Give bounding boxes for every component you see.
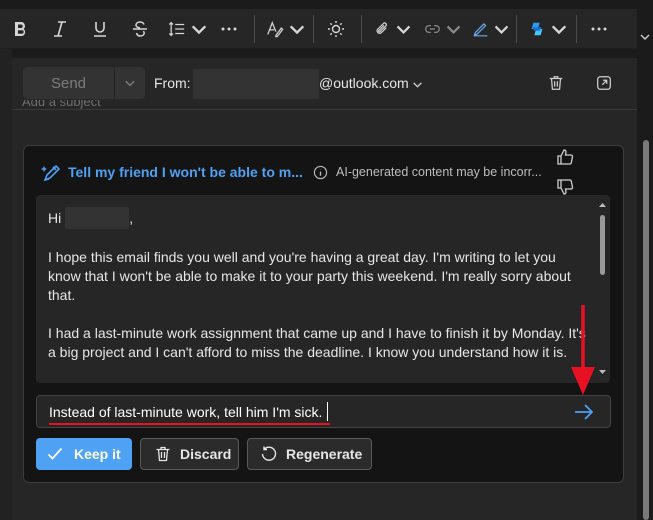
chevron-down-icon[interactable] [638, 28, 652, 46]
copilot-prompt-input[interactable] [49, 402, 529, 422]
thumbs-up-icon[interactable] [555, 147, 575, 167]
annotation-arrow [571, 305, 595, 395]
toolbar-divider [576, 15, 577, 43]
line-spacing-icon[interactable] [168, 14, 208, 44]
popout-icon[interactable] [595, 74, 613, 92]
link-icon[interactable] [424, 14, 462, 44]
italic-icon[interactable] [48, 14, 72, 44]
toolbar-divider [254, 15, 255, 43]
from-label: From: [154, 75, 191, 91]
chevron-down-icon [191, 25, 207, 35]
signature-icon[interactable] [472, 14, 510, 44]
redacted-recipient-name [65, 207, 130, 229]
brightness-icon[interactable] [325, 14, 347, 44]
toolbar-divider [516, 15, 517, 43]
compose-header: Send From: @outlook.com Add a subject [12, 58, 637, 110]
from-email-domain[interactable]: @outlook.com [319, 75, 409, 91]
regenerate-button[interactable]: Regenerate [247, 438, 372, 470]
draft-paragraph: I hope this email finds you well and you… [48, 249, 571, 303]
delete-icon [156, 446, 170, 462]
chevron-down-icon [551, 25, 567, 35]
send-options-button[interactable] [115, 67, 145, 99]
underline-icon[interactable] [88, 14, 112, 44]
attach-icon[interactable] [374, 14, 412, 44]
draft-greeting: Hi [48, 210, 62, 226]
copilot-title: Tell my friend I won't be able to m... [68, 164, 303, 180]
send-button-group: Send [23, 67, 145, 99]
formatting-toolbar [0, 9, 637, 49]
text-cursor [327, 402, 328, 421]
checkmark-icon [47, 447, 63, 460]
page-scrollbar[interactable] [642, 140, 650, 520]
draft-scrollbar-thumb[interactable] [600, 215, 605, 275]
chevron-down-icon [125, 80, 135, 87]
send-arrow-icon[interactable] [573, 402, 595, 422]
toolbar-divider [313, 15, 314, 43]
chevron-down-icon[interactable] [412, 79, 423, 90]
bold-icon[interactable] [8, 14, 32, 44]
ai-disclaimer: AI-generated content may be incorr... [336, 165, 542, 179]
scroll-up-icon[interactable] [598, 201, 607, 209]
delete-icon[interactable] [547, 74, 565, 92]
subject-field[interactable]: Add a subject [22, 100, 101, 110]
copilot-draft-card: Tell my friend I won't be able to m... A… [23, 145, 624, 483]
discard-button[interactable]: Discard [140, 438, 239, 470]
copilot-prompt-box[interactable] [36, 395, 611, 428]
send-button[interactable]: Send [23, 67, 115, 99]
chevron-down-icon [289, 25, 305, 35]
more-options-icon[interactable] [588, 14, 610, 44]
chevron-down-icon [396, 25, 411, 34]
copilot-icon[interactable] [528, 14, 568, 44]
left-rail [0, 49, 12, 520]
chevron-down-icon [494, 25, 509, 34]
annotation-underline [49, 423, 330, 425]
redacted-email-user [193, 69, 319, 99]
page-scrollbar-thumb[interactable] [643, 140, 649, 520]
copilot-pen-sparkle-icon [41, 164, 61, 182]
scroll-down-icon[interactable] [598, 368, 607, 376]
toolbar-divider [361, 15, 362, 43]
draft-greeting-suffix: , [129, 210, 134, 226]
draft-text: Hi, I hope this email finds you well and… [48, 207, 588, 381]
strikethrough-icon[interactable] [128, 14, 152, 44]
styles-icon[interactable] [266, 14, 306, 44]
info-icon[interactable] [313, 165, 328, 180]
draft-paragraph: I had a last-minute work assignment that… [48, 325, 586, 360]
more-formatting-icon[interactable] [218, 14, 240, 44]
draft-preview[interactable]: Hi, I hope this email finds you well and… [36, 195, 610, 383]
chevron-down-icon [446, 25, 461, 34]
refresh-icon [261, 446, 277, 461]
thumbs-down-icon[interactable] [555, 177, 575, 197]
keep-it-button[interactable]: Keep it [36, 438, 132, 470]
